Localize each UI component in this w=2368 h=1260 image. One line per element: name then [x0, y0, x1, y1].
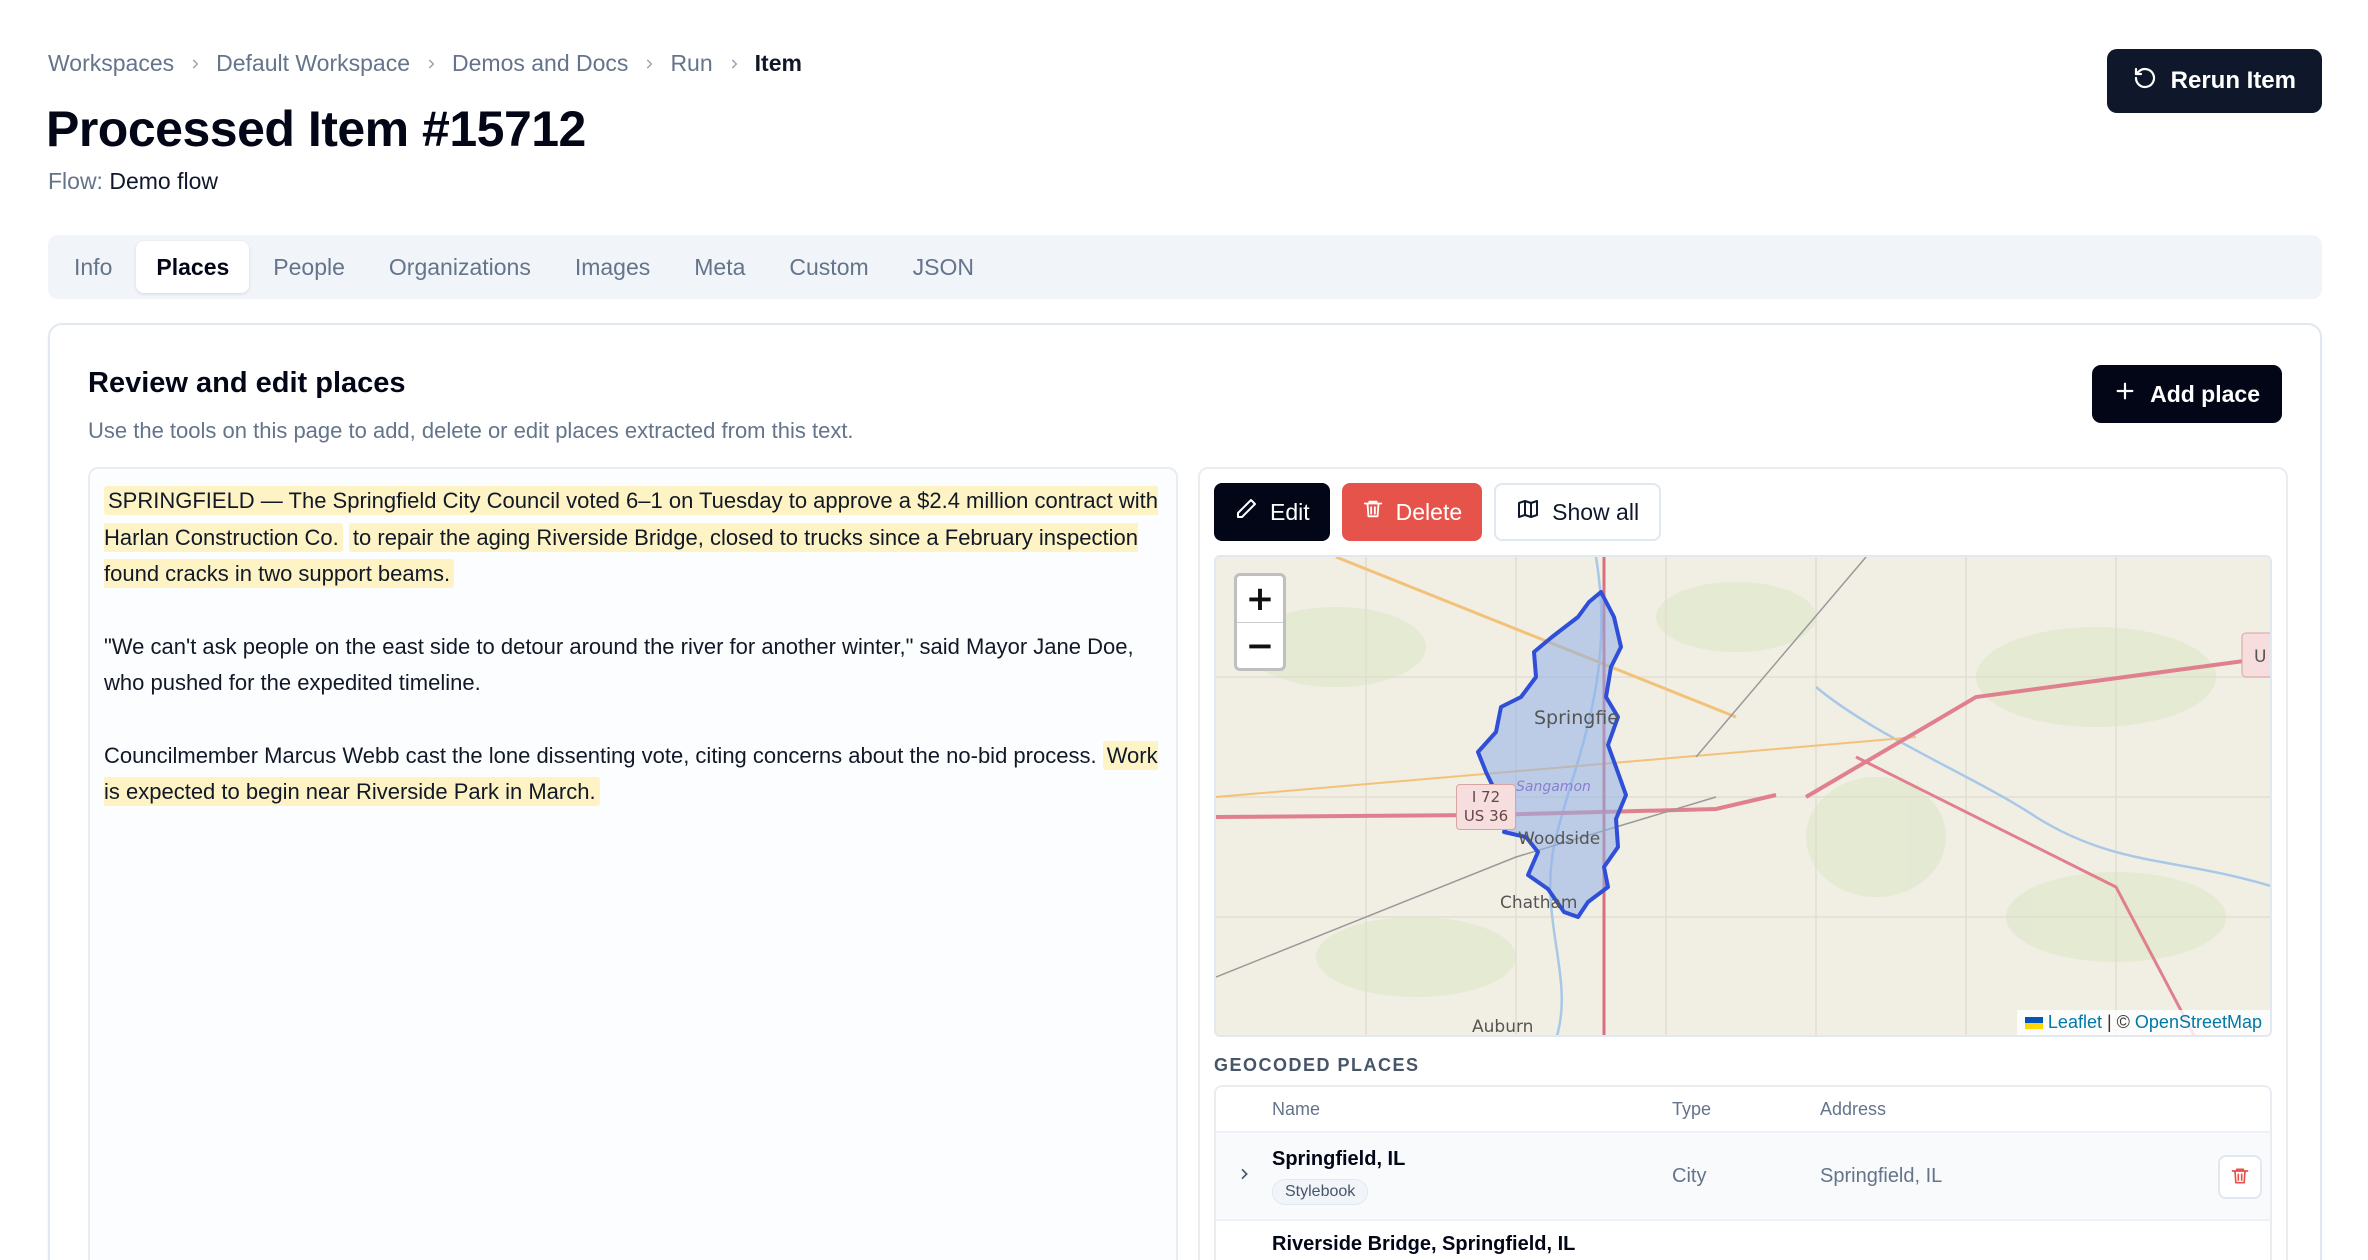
shield-line-1: I 72: [1471, 788, 1501, 806]
chevron-right-icon: [174, 57, 216, 71]
show-all-label: Show all: [1552, 498, 1640, 525]
flow-label: Flow:: [48, 168, 103, 194]
breadcrumb: Workspaces Default Workspace Demos and D…: [48, 50, 802, 77]
rotate-ccw-icon: [2133, 66, 2157, 97]
place-name: Springfield, IL: [1272, 1147, 1406, 1170]
geocoded-places-heading: GEOCODED PLACES: [1214, 1055, 1420, 1075]
pencil-icon: [1234, 497, 1258, 527]
expand-row-button[interactable]: [1216, 1166, 1272, 1187]
flow-value[interactable]: Demo flow: [109, 168, 218, 194]
places-card: Review and edit places Use the tools on …: [48, 323, 2322, 1260]
ukraine-flag-icon: [2024, 1016, 2043, 1029]
edit-label: Edit: [1270, 498, 1310, 525]
tab-info[interactable]: Info: [54, 241, 132, 293]
plus-icon: [2114, 380, 2136, 408]
source-badge: Stylebook: [1272, 1178, 1369, 1205]
place-type: City: [1672, 1164, 1707, 1187]
map-label-springfield: Springfie: [1534, 707, 1619, 729]
map-label-auburn: Auburn: [1472, 1017, 1534, 1037]
flow-line: Flow: Demo flow: [48, 168, 218, 195]
table-header: Name Type Address: [1216, 1087, 2270, 1133]
breadcrumb-demos-and-docs[interactable]: Demos and Docs: [452, 50, 628, 77]
chevron-right-icon: [628, 57, 670, 71]
tab-people[interactable]: People: [253, 241, 365, 293]
tab-bar: Info Places People Organizations Images …: [48, 235, 2322, 299]
map-tiles: [1216, 557, 2270, 1035]
tab-meta[interactable]: Meta: [674, 241, 765, 293]
chevron-right-icon: [713, 57, 755, 71]
attribution-separator: | ©: [2106, 1012, 2130, 1032]
map-panel: Edit Delete Show all Springfie Sangamon …: [1198, 467, 2288, 1260]
show-all-button[interactable]: Show all: [1494, 483, 1662, 541]
place-name: Riverside Bridge, Springfield, IL: [1272, 1233, 1576, 1255]
card-description: Use the tools on this page to add, delet…: [88, 418, 854, 443]
places-table: Name Type Address Springfield, IL Styleb…: [1214, 1085, 2272, 1260]
breadcrumb-workspaces[interactable]: Workspaces: [48, 50, 174, 77]
article-paragraph: Councilmember Marcus Webb cast the lone …: [104, 738, 1164, 811]
article-text-panel: SPRINGFIELD — The Springfield City Counc…: [88, 467, 1178, 1260]
breadcrumb-run[interactable]: Run: [670, 50, 712, 77]
article-text: Councilmember Marcus Webb cast the lone …: [104, 742, 1097, 768]
map-label-chatham: Chatham: [1500, 893, 1578, 913]
shield-line-2: US 36: [1463, 807, 1509, 825]
map-toolbar: Edit Delete Show all: [1214, 483, 1662, 541]
delete-label: Delete: [1395, 498, 1463, 525]
map-view[interactable]: Springfie Sangamon Woodside Chatham Aubu…: [1214, 555, 2272, 1037]
map-label-edge: U: [2254, 647, 2267, 667]
chevron-right-icon: [410, 57, 452, 71]
column-type: Type: [1672, 1098, 1712, 1119]
trash-icon: [1362, 498, 1384, 526]
column-address: Address: [1820, 1098, 1887, 1119]
rerun-item-label: Rerun Item: [2170, 67, 2296, 94]
highway-shield: I 72 US 36: [1456, 784, 1516, 830]
trash-icon: [2230, 1166, 2250, 1189]
add-place-label: Add place: [2150, 380, 2260, 407]
card-title: Review and edit places: [88, 367, 406, 399]
zoom-control: + −: [1234, 573, 1286, 671]
map-icon: [1516, 497, 1540, 527]
rerun-item-button[interactable]: Rerun Item: [2106, 49, 2322, 113]
tab-custom[interactable]: Custom: [769, 241, 888, 293]
edit-button[interactable]: Edit: [1214, 483, 1330, 541]
article-paragraph: SPRINGFIELD — The Springfield City Counc…: [104, 483, 1164, 593]
tab-organizations[interactable]: Organizations: [369, 241, 551, 293]
article-paragraph: "We can't ask people on the east side to…: [104, 633, 1134, 696]
place-address: Springfield, IL: [1820, 1164, 1943, 1187]
openstreetmap-link[interactable]: OpenStreetMap: [2135, 1012, 2262, 1033]
tab-json[interactable]: JSON: [893, 241, 994, 293]
breadcrumb-item: Item: [754, 50, 802, 76]
add-place-button[interactable]: Add place: [2092, 365, 2282, 423]
table-row[interactable]: Riverside Bridge, Springfield, IL: [1216, 1221, 2270, 1260]
zoom-in-button[interactable]: +: [1237, 576, 1283, 622]
tab-images[interactable]: Images: [555, 241, 670, 293]
map-attribution: Leaflet | © OpenStreetMap: [2016, 1010, 2270, 1035]
chevron-right-icon: [1236, 1166, 1252, 1187]
leaflet-link[interactable]: Leaflet: [2048, 1012, 2102, 1033]
table-row[interactable]: Springfield, IL Stylebook City Springfie…: [1216, 1133, 2270, 1221]
zoom-out-button[interactable]: −: [1237, 622, 1283, 668]
delete-button[interactable]: Delete: [1341, 483, 1483, 541]
map-label-woodside: Woodside: [1518, 829, 1601, 849]
page-title: Processed Item #15712: [46, 101, 586, 157]
map-label-sangamon: Sangamon: [1516, 779, 1591, 795]
tab-places[interactable]: Places: [136, 241, 250, 293]
column-name: Name: [1272, 1098, 1321, 1119]
delete-place-button[interactable]: [2218, 1155, 2262, 1199]
breadcrumb-default-workspace[interactable]: Default Workspace: [216, 50, 410, 77]
